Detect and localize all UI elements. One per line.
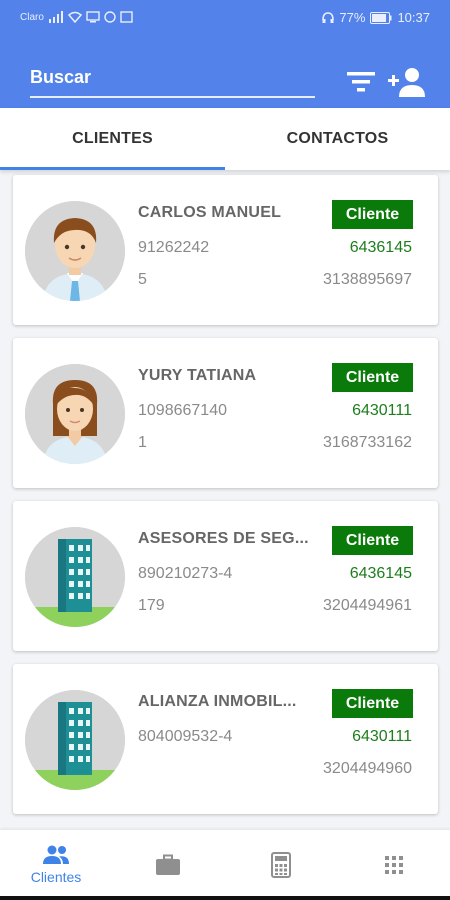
client-card[interactable]: ASESORES DE SEG... Cliente 890210273-4 6… [13, 501, 438, 651]
male-avatar [25, 201, 125, 301]
female-avatar [25, 364, 125, 464]
status-badge: Cliente [332, 689, 413, 718]
filter-button[interactable] [341, 62, 381, 102]
client-name: ASESORES DE SEG... [138, 530, 309, 547]
client-document: 91262242 [138, 239, 210, 256]
nav-briefcase[interactable] [112, 830, 224, 900]
app-bar: Claro 77% 10:37 [0, 0, 450, 108]
app-notification-icon [104, 11, 116, 23]
status-badge: Cliente [332, 363, 413, 392]
bottom-navigation: Clientes [0, 830, 450, 900]
search-field[interactable] [30, 62, 315, 98]
add-user-icon [388, 68, 425, 97]
status-time: 10:37 [397, 10, 430, 25]
add-user-button[interactable] [387, 62, 427, 102]
building-avatar [25, 690, 125, 790]
tab-bar: CLIENTES CONTACTOS [0, 108, 450, 170]
client-name: YURY TATIANA [138, 367, 257, 384]
client-card[interactable]: ALIANZA INMOBIL... Cliente 804009532-4 6… [13, 664, 438, 814]
status-badge: Cliente [332, 200, 413, 229]
nav-apps[interactable] [338, 830, 450, 900]
wifi-icon [67, 11, 82, 23]
filter-icon [347, 72, 375, 92]
client-name: ALIANZA INMOBIL... [138, 693, 297, 710]
nav-label: Clientes [30, 869, 82, 885]
client-extra: 5 [138, 271, 147, 288]
client-document: 890210273-4 [138, 565, 233, 582]
system-navigation-bar [0, 896, 450, 900]
people-icon [43, 845, 69, 864]
status-bar: Claro 77% 10:37 [0, 0, 450, 36]
nav-calculator[interactable] [225, 830, 337, 900]
nav-clientes[interactable]: Clientes [0, 830, 112, 900]
client-phone: 3204494961 [323, 597, 412, 614]
client-document: 1098667140 [138, 402, 227, 419]
battery-percent: 77% [339, 10, 366, 25]
briefcase-icon [156, 854, 180, 875]
client-extra: 179 [138, 597, 165, 614]
client-list[interactable]: CARLOS MANUEL Cliente 91262242 6436145 5… [0, 170, 450, 830]
calculator-icon [271, 852, 291, 878]
battery-icon [370, 11, 392, 24]
client-card[interactable]: YURY TATIANA Cliente 1098667140 6430111 … [13, 338, 438, 488]
search-input[interactable] [30, 62, 315, 92]
client-code: 6430111 [352, 728, 412, 745]
client-phone: 3204494960 [323, 760, 412, 777]
tab-clientes[interactable]: CLIENTES [0, 108, 225, 170]
screen-cast-icon [86, 11, 100, 23]
gallery-icon [120, 11, 133, 23]
client-code: 6436145 [349, 565, 412, 582]
carrier-name: Claro [20, 11, 44, 23]
client-extra: 1 [138, 434, 147, 451]
client-code: 6430111 [352, 402, 412, 419]
active-tab-indicator [0, 167, 225, 170]
building-avatar [25, 527, 125, 627]
client-code: 6436145 [349, 239, 412, 256]
signal-icon [48, 11, 63, 23]
client-document: 804009532-4 [138, 728, 233, 745]
tab-contactos[interactable]: CONTACTOS [225, 108, 450, 170]
client-name: CARLOS MANUEL [138, 204, 282, 221]
client-phone: 3168733162 [323, 434, 412, 451]
headset-icon [322, 11, 335, 23]
client-card[interactable]: CARLOS MANUEL Cliente 91262242 6436145 5… [13, 175, 438, 325]
apps-grid-icon [385, 856, 403, 874]
status-badge: Cliente [332, 526, 413, 555]
client-phone: 3138895697 [323, 271, 412, 288]
